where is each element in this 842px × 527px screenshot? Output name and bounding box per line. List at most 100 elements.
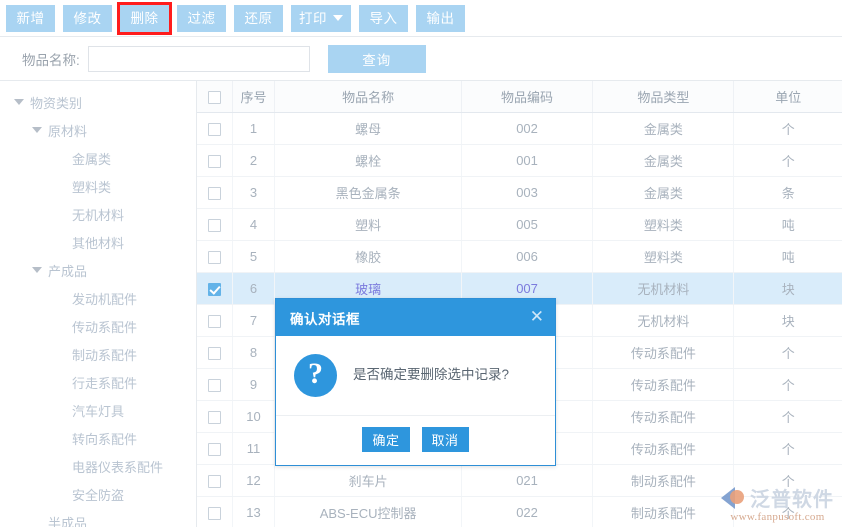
row-checkbox-cell (197, 112, 233, 145)
cell-unit: 个 (733, 464, 842, 497)
search-input[interactable] (87, 45, 310, 72)
main-toolbar: 新增 修改 删除 过滤 还原 打印 导入 输出 (0, 0, 842, 37)
row-checkbox[interactable] (207, 347, 221, 361)
cell-code: 003 (461, 176, 594, 209)
toolbar-button-label: 过滤 (187, 10, 216, 26)
sidebar-item[interactable]: 原材料 (0, 116, 196, 144)
cell-type: 塑料类 (592, 208, 735, 241)
dialog-message: 是否确定要删除选中记录? (353, 367, 510, 383)
table-row[interactable]: 3 黑色金属条 003 金属类条 (197, 176, 842, 209)
cell-type: 传动系配件 (592, 432, 735, 465)
cell-unit: 吨 (733, 208, 842, 241)
sidebar-item[interactable]: 无机材料 (0, 200, 196, 228)
toolbar-button-label: 新增 (16, 10, 45, 26)
table-row[interactable]: 1 螺母 002 金属类个 (197, 112, 842, 145)
table-row[interactable]: 2 螺栓 001 金属类个 (197, 144, 842, 177)
cell-index: 2 (232, 144, 276, 177)
row-checkbox[interactable] (207, 123, 221, 137)
column-header[interactable]: 单位 (733, 81, 842, 113)
category-tree-sidebar: 物资类别原材料 金属类 塑料类 无机材料 其他材料 产成品 发动机配件传动系配件制动系配件行… (0, 81, 197, 527)
table-row[interactable]: 12 刹车片 021 制动系配件个 (197, 464, 842, 497)
sidebar-item[interactable]: 安全防盗 (0, 480, 196, 508)
table-row[interactable]: 4 塑料 005 塑料类吨 (197, 208, 842, 241)
row-checkbox-cell (197, 432, 233, 465)
cell-unit: 个 (733, 144, 842, 177)
sidebar-item[interactable]: 行走系配件 (0, 368, 196, 396)
dialog-body: ? 是否确定要删除选中记录? (276, 336, 555, 416)
sidebar-item[interactable]: 金属类 (0, 144, 196, 172)
cell-index: 5 (232, 240, 276, 273)
caret-down-icon[interactable] (14, 99, 24, 105)
row-checkbox-cell (197, 464, 233, 497)
cell-code: 002 (461, 112, 594, 145)
row-checkbox[interactable] (207, 475, 221, 489)
toolbar-button-label: 还原 (244, 10, 273, 26)
toolbar-button-label: 导入 (369, 10, 398, 26)
row-checkbox-cell (197, 304, 233, 337)
cell-index: 1 (232, 112, 276, 145)
cell-unit: 条 (733, 176, 842, 209)
sidebar-item[interactable]: 半成品 (0, 508, 196, 527)
export-button[interactable]: 输出 (416, 4, 465, 32)
cell-unit: 个 (733, 432, 842, 465)
row-checkbox-cell (197, 336, 233, 369)
cell-type: 制动系配件 (592, 496, 735, 527)
sidebar-item[interactable]: 电器仪表系配件 (0, 452, 196, 480)
cell-index: 3 (232, 176, 276, 209)
caret-down-icon[interactable] (32, 127, 42, 133)
search-bar: 物品名称: 查询 (0, 37, 842, 81)
dialog-confirm-button[interactable]: 确定 (362, 427, 410, 452)
cell-name: 橡胶 (274, 240, 462, 273)
select-all-checkbox[interactable] (207, 91, 221, 105)
sidebar-item[interactable]: 汽车灯具 (0, 396, 196, 424)
sidebar-item[interactable]: 其他材料 (0, 228, 196, 256)
dialog-cancel-button[interactable]: 取消 (421, 427, 469, 452)
row-checkbox[interactable] (207, 315, 221, 329)
delete-button[interactable]: 删除 (117, 1, 172, 35)
sidebar-item[interactable]: 塑料类 (0, 172, 196, 200)
cell-type: 无机材料 (592, 272, 735, 305)
close-icon[interactable]: ✕ (530, 309, 544, 326)
column-header[interactable]: 物品编码 (461, 81, 594, 113)
row-checkbox[interactable] (207, 155, 221, 169)
restore-button[interactable]: 还原 (234, 4, 283, 32)
cell-code: 005 (461, 208, 594, 241)
sidebar-item-label: 安全防盗 (72, 487, 125, 503)
dialog-header: 确认对话框 ✕ (276, 299, 555, 336)
add-button[interactable]: 新增 (6, 4, 55, 32)
search-submit-button[interactable]: 查询 (327, 44, 426, 73)
row-checkbox[interactable] (207, 219, 221, 233)
column-header[interactable]: 物品名称 (274, 81, 462, 113)
cell-index: 10 (232, 400, 276, 433)
row-checkbox[interactable] (207, 443, 221, 457)
filter-button[interactable]: 过滤 (177, 4, 226, 32)
print-button[interactable]: 打印 (291, 4, 351, 32)
caret-down-icon[interactable] (32, 267, 42, 273)
row-checkbox[interactable] (207, 379, 221, 393)
sidebar-item[interactable]: 物资类别 (0, 88, 196, 116)
sidebar-item-label: 传动系配件 (72, 319, 138, 335)
row-checkbox[interactable] (207, 507, 221, 521)
sidebar-item[interactable]: 传动系配件 (0, 312, 196, 340)
row-checkbox[interactable] (207, 411, 221, 425)
sidebar-item-label: 物资类别 (30, 95, 83, 111)
cell-type: 金属类 (592, 144, 735, 177)
chevron-down-icon (333, 15, 343, 21)
cell-unit: 个 (733, 336, 842, 369)
sidebar-item[interactable]: 产成品 (0, 256, 196, 284)
row-checkbox[interactable] (207, 187, 221, 201)
cell-index: 6 (232, 272, 276, 305)
import-button[interactable]: 导入 (359, 4, 408, 32)
sidebar-item[interactable]: 转向系配件 (0, 424, 196, 452)
column-header[interactable]: 序号 (232, 81, 276, 113)
row-checkbox[interactable] (207, 283, 221, 297)
cell-code: 021 (461, 464, 594, 497)
sidebar-item[interactable]: 制动系配件 (0, 340, 196, 368)
column-header[interactable]: 物品类型 (592, 81, 735, 113)
toolbar-button-label: 删除 (130, 10, 159, 26)
edit-button[interactable]: 修改 (63, 4, 112, 32)
sidebar-item[interactable]: 发动机配件 (0, 284, 196, 312)
row-checkbox[interactable] (207, 251, 221, 265)
table-row[interactable]: 13 ABS-ECU控制器 022 制动系配件个 (197, 496, 842, 527)
table-row[interactable]: 5 橡胶 006 塑料类吨 (197, 240, 842, 273)
